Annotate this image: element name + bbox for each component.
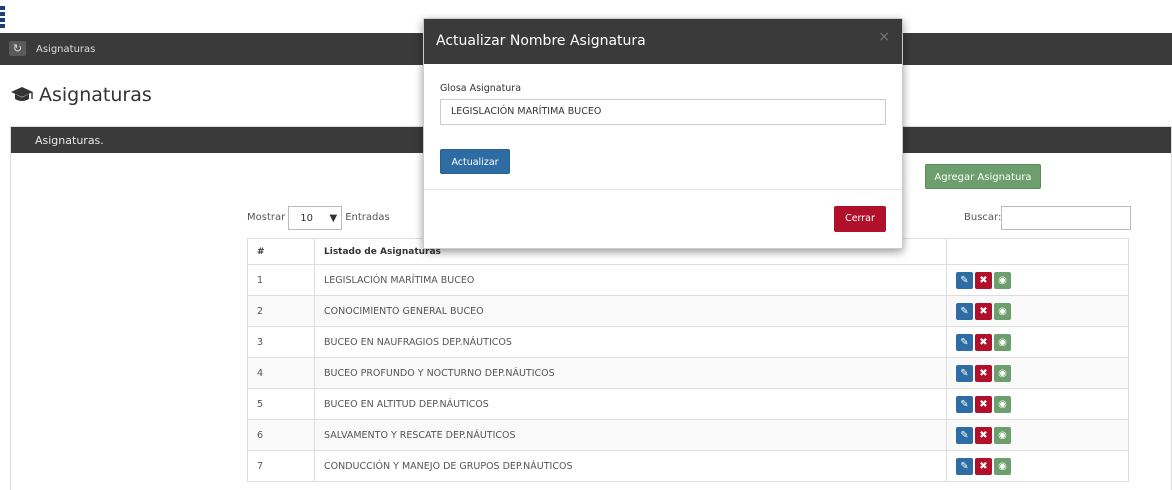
- close-icon[interactable]: ×: [878, 29, 890, 45]
- modal-body: Glosa Asignatura LEGISLACIÓN MARÍTIMA BU…: [424, 64, 902, 190]
- subject-name-input[interactable]: LEGISLACIÓN MARÍTIMA BUCEO: [440, 99, 886, 125]
- field-label: Glosa Asignatura: [440, 83, 522, 94]
- update-subject-modal: Actualizar Nombre Asignatura × Glosa Asi…: [423, 18, 903, 249]
- update-button[interactable]: Actualizar: [440, 149, 510, 174]
- modal-title: Actualizar Nombre Asignatura: [436, 33, 646, 49]
- modal-header: Actualizar Nombre Asignatura ×: [424, 19, 902, 64]
- close-button[interactable]: Cerrar: [834, 206, 886, 232]
